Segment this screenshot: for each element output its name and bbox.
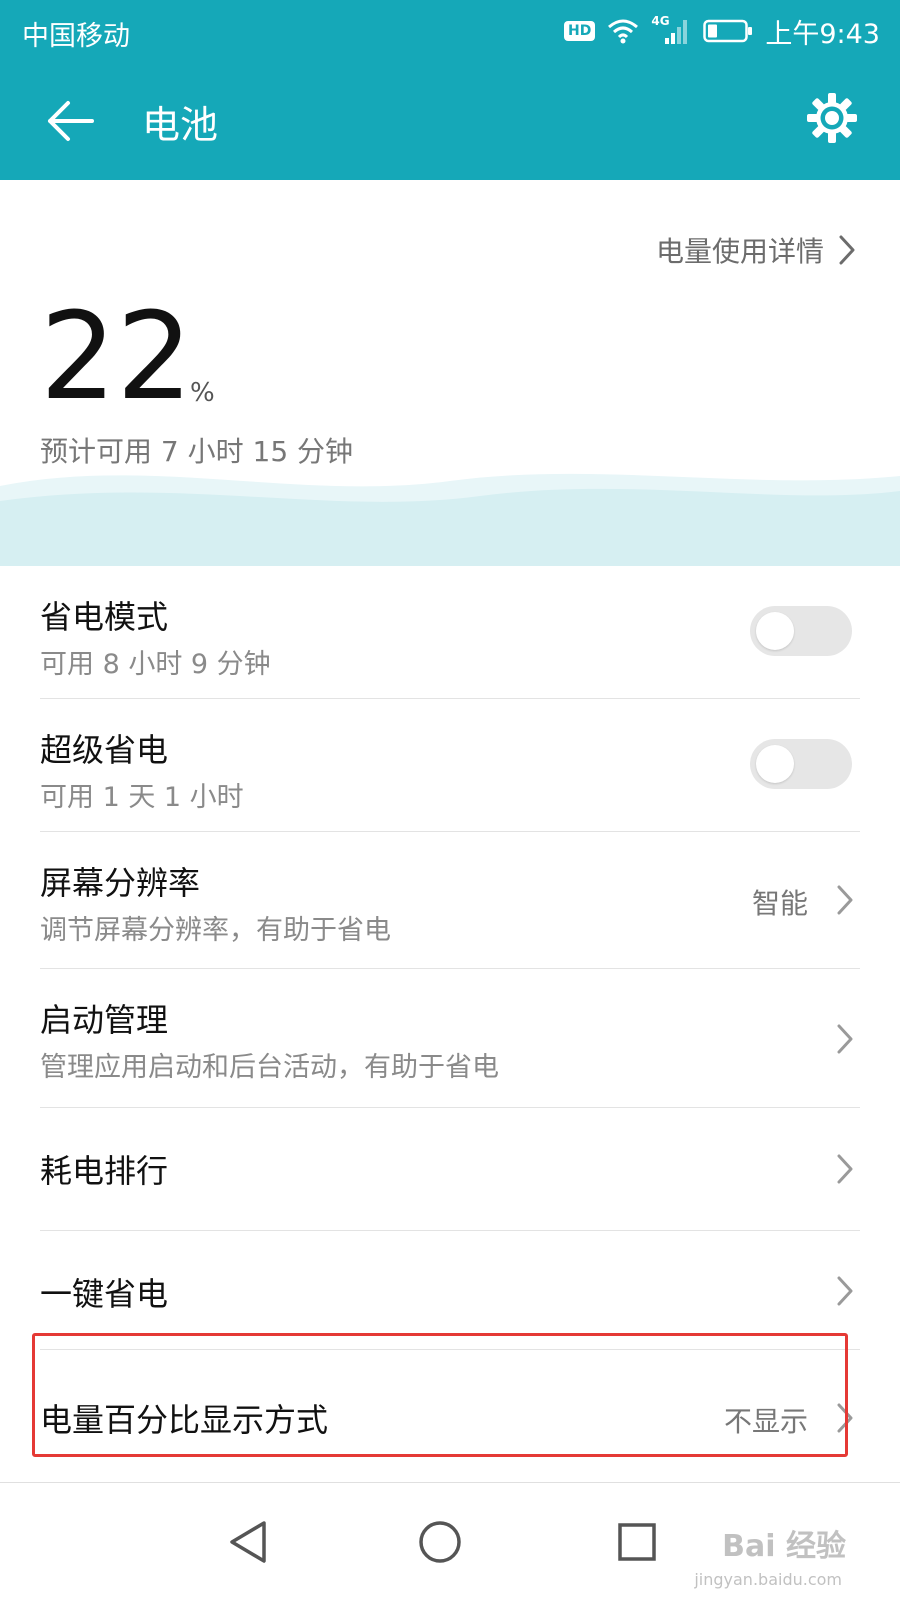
row-title: 一键省电 xyxy=(40,1275,169,1313)
ultra-power-saving-toggle[interactable] xyxy=(750,739,852,789)
carrier-label: 中国移动 xyxy=(22,21,130,52)
screen-resolution-row[interactable]: 屏幕分辨率 调节屏幕分辨率，有助于省电 智能 xyxy=(40,832,860,969)
chevron-right-icon xyxy=(837,1276,853,1306)
nav-recents-square-icon[interactable] xyxy=(602,1507,672,1577)
chevron-right-icon xyxy=(839,235,855,265)
row-title: 启动管理 xyxy=(40,1001,169,1039)
battery-percent: 22 xyxy=(40,288,193,427)
nav-back-triangle-icon[interactable] xyxy=(214,1507,284,1577)
battery-icon xyxy=(703,19,753,43)
nav-home-circle-icon[interactable] xyxy=(405,1507,475,1577)
row-title: 超级省电 xyxy=(40,731,169,769)
toggle-knob xyxy=(756,612,794,650)
row-title: 屏幕分辨率 xyxy=(40,864,201,902)
back-arrow-icon[interactable] xyxy=(44,95,96,147)
row-value: 不显示 xyxy=(723,1405,808,1438)
battery-summary: 电量使用详情 22 % 预计可用 7 小时 15 分钟 xyxy=(0,180,900,566)
app-bar: 电池 xyxy=(0,62,900,180)
chevron-right-icon xyxy=(837,1154,853,1184)
power-saving-toggle[interactable] xyxy=(750,606,852,656)
row-subtitle: 可用 1 天 1 小时 xyxy=(40,782,244,813)
page-title: 电池 xyxy=(142,103,219,147)
baidu-watermark-url: jingyan.baidu.com xyxy=(694,1570,842,1589)
hd-badge: HD xyxy=(564,21,596,41)
battery-settings-list: 省电模式 可用 8 小时 9 分钟 超级省电 可用 1 天 1 小时 屏幕分辨率… xyxy=(0,566,900,1490)
status-icons: HD 4G 上午9:43 xyxy=(564,12,880,50)
usage-details-link[interactable]: 电量使用详情 xyxy=(656,230,856,270)
navigation-bar: Bai 经验 jingyan.baidu.com xyxy=(0,1482,900,1601)
usage-details-label: 电量使用详情 xyxy=(655,235,824,268)
battery-level-wave xyxy=(0,473,900,566)
one-key-saving-row[interactable]: 一键省电 xyxy=(40,1231,860,1350)
chevron-right-icon xyxy=(837,1403,853,1433)
power-consumption-ranking-row[interactable]: 耗电排行 xyxy=(40,1108,860,1231)
clock: 上午9:43 xyxy=(765,18,880,50)
wifi-icon xyxy=(608,19,639,44)
row-value: 智能 xyxy=(751,887,808,920)
ultra-power-saving-row[interactable]: 超级省电 可用 1 天 1 小时 xyxy=(40,699,860,832)
settings-gear-icon[interactable] xyxy=(804,90,860,146)
row-title: 耗电排行 xyxy=(40,1152,169,1190)
baidu-watermark: Bai 经验 xyxy=(722,1529,846,1564)
toggle-knob xyxy=(756,745,794,783)
row-subtitle: 调节屏幕分辨率，有助于省电 xyxy=(40,915,391,946)
power-saving-mode-row[interactable]: 省电模式 可用 8 小时 9 分钟 xyxy=(40,566,860,699)
row-subtitle: 管理应用启动和后台活动，有助于省电 xyxy=(40,1052,499,1083)
chevron-right-icon xyxy=(837,1024,853,1054)
startup-management-row[interactable]: 启动管理 管理应用启动和后台活动，有助于省电 xyxy=(40,969,860,1108)
percent-sign: % xyxy=(190,378,215,408)
row-subtitle: 可用 8 小时 9 分钟 xyxy=(40,649,271,680)
signal-icon: 4G xyxy=(651,14,691,46)
chevron-right-icon xyxy=(837,885,853,915)
row-title: 电量百分比显示方式 xyxy=(40,1401,329,1439)
status-bar: 中国移动 HD 4G 上午9:43 xyxy=(0,0,900,62)
percentage-display-row[interactable]: 电量百分比显示方式 不显示 xyxy=(40,1350,860,1490)
row-title: 省电模式 xyxy=(40,598,169,636)
